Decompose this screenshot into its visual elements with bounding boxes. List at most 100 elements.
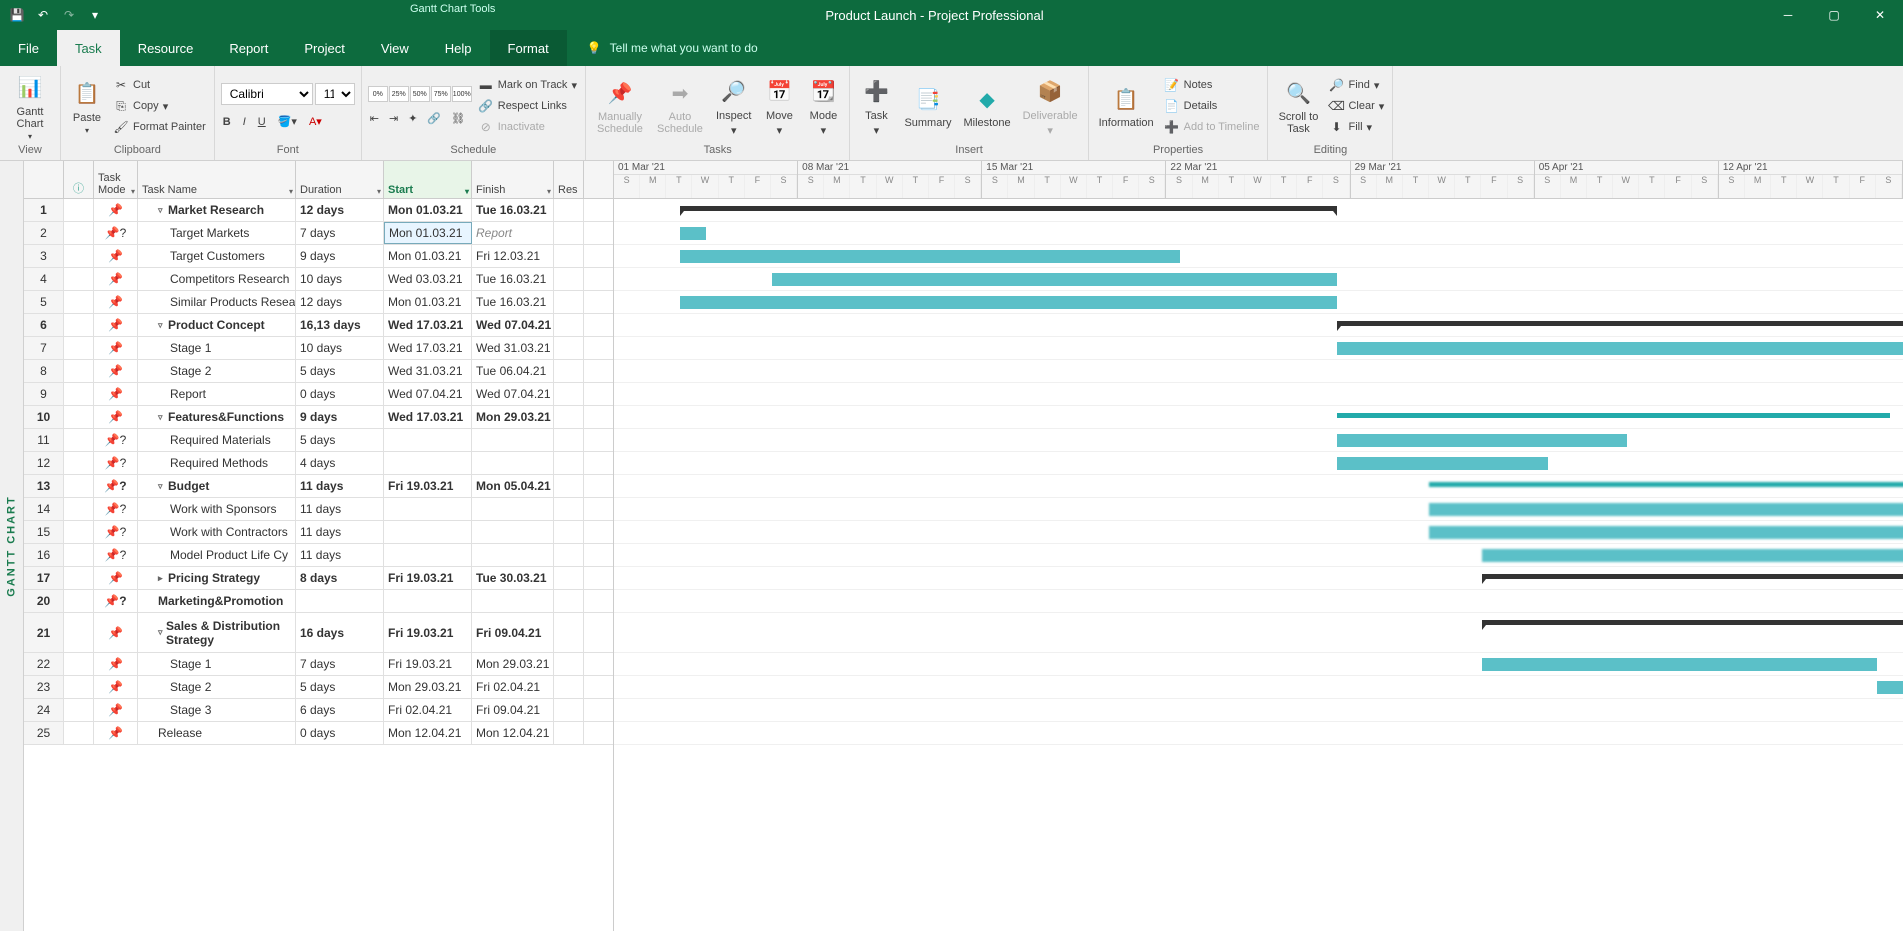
table-row[interactable]: 25📌Release0 daysMon 12.04.21Mon 12.04.21 [24,722,613,745]
chevron-down-icon[interactable]: ▾ [465,187,469,196]
chart-row[interactable] [614,475,1903,498]
gantt-bar[interactable] [1482,620,1903,625]
task-name-cell[interactable]: Release [138,722,296,744]
task-mode-cell[interactable]: 📌? [94,544,138,566]
duration-cell[interactable]: 10 days [296,268,384,290]
auto-schedule-button[interactable]: ➡Auto Schedule [652,75,708,137]
row-number[interactable]: 2 [24,222,64,244]
task-mode-cell[interactable]: 📌? [94,498,138,520]
gantt-bar[interactable] [1429,526,1903,539]
scroll-to-task-button[interactable]: 🔍Scroll to Task [1274,75,1322,137]
task-name-cell[interactable]: Work with Contractors [138,521,296,543]
duration-cell[interactable]: 12 days [296,291,384,313]
chart-row[interactable] [614,613,1903,653]
zoom-100[interactable]: 100% [452,86,472,102]
task-name-cell[interactable]: Stage 1 [138,337,296,359]
gantt-bar[interactable] [1429,482,1903,487]
duration-cell[interactable]: 11 days [296,544,384,566]
duration-cell[interactable]: 16,13 days [296,314,384,336]
maximize-button[interactable]: ▢ [1811,0,1857,30]
undo-icon[interactable]: ↶ [34,6,52,24]
resources-cell[interactable] [554,383,584,405]
link-button[interactable]: 🔗 [425,111,443,126]
col-task-name[interactable]: Task Name▾ [138,161,296,198]
info-cell[interactable] [64,590,94,612]
row-number[interactable]: 10 [24,406,64,428]
menu-view[interactable]: View [363,30,427,66]
outdent-button[interactable]: ⇤ [368,111,381,126]
table-row[interactable]: 22📌Stage 17 daysFri 19.03.21Mon 29.03.21 [24,653,613,676]
insert-task-button[interactable]: ➕Task▾ [856,74,896,139]
finish-cell[interactable]: Wed 07.04.21 [472,314,554,336]
duration-cell[interactable]: 5 days [296,676,384,698]
row-number[interactable]: 12 [24,452,64,474]
resources-cell[interactable] [554,544,584,566]
indent-button[interactable]: ⇥ [387,111,400,126]
save-icon[interactable]: 💾 [8,6,26,24]
row-number[interactable]: 6 [24,314,64,336]
row-number[interactable]: 13 [24,475,64,497]
task-mode-cell[interactable]: 📌? [94,452,138,474]
info-cell[interactable] [64,452,94,474]
fill-color-button[interactable]: 🪣▾ [276,114,299,129]
info-cell[interactable] [64,360,94,382]
menu-help[interactable]: Help [427,30,490,66]
start-cell[interactable]: Fri 19.03.21 [384,653,472,675]
table-row[interactable]: 2📌?Target Markets7 daysMon 01.03.21Repor… [24,222,613,245]
finish-cell[interactable]: Fri 09.04.21 [472,699,554,721]
finish-cell[interactable]: Tue 16.03.21 [472,291,554,313]
duration-cell[interactable]: 9 days [296,406,384,428]
chart-row[interactable] [614,699,1903,722]
table-row[interactable]: 10📌▿Features&Functions9 daysWed 17.03.21… [24,406,613,429]
finish-cell[interactable]: Mon 29.03.21 [472,406,554,428]
table-row[interactable]: 24📌Stage 36 daysFri 02.04.21Fri 09.04.21 [24,699,613,722]
info-cell[interactable] [64,429,94,451]
finish-cell[interactable]: Fri 12.03.21 [472,245,554,267]
gantt-bar[interactable] [772,273,1338,286]
chart-row[interactable] [614,337,1903,360]
table-row[interactable]: 13📌?▿Budget11 daysFri 19.03.21Mon 05.04.… [24,475,613,498]
task-mode-cell[interactable]: 📌? [94,222,138,244]
resources-cell[interactable] [554,199,584,221]
duration-cell[interactable]: 11 days [296,498,384,520]
qat-dropdown-icon[interactable]: ▾ [86,6,104,24]
start-cell[interactable]: Mon 01.03.21 [384,222,472,244]
chevron-down-icon[interactable]: ▾ [131,187,135,196]
info-cell[interactable] [64,383,94,405]
paste-button[interactable]: 📋 Paste ▾ [67,76,107,137]
task-name-cell[interactable]: Target Customers [138,245,296,267]
start-cell[interactable] [384,544,472,566]
task-mode-cell[interactable]: 📌 [94,653,138,675]
finish-cell[interactable]: Mon 05.04.21 [472,475,554,497]
task-name-cell[interactable]: Stage 3 [138,699,296,721]
task-name-cell[interactable]: Competitors Research [138,268,296,290]
close-button[interactable]: ✕ [1857,0,1903,30]
gantt-bar[interactable] [1482,549,1903,562]
insert-milestone-button[interactable]: ◆Milestone [960,81,1015,131]
gantt-bar[interactable] [1877,681,1903,694]
redo-icon[interactable]: ↷ [60,6,78,24]
task-name-cell[interactable]: Marketing&Promotion [138,590,296,612]
info-cell[interactable] [64,291,94,313]
finish-cell[interactable]: Tue 16.03.21 [472,268,554,290]
find-button[interactable]: 🔎Find ▾ [1326,76,1386,94]
task-name-cell[interactable]: Work with Sponsors [138,498,296,520]
task-name-cell[interactable]: Stage 2 [138,360,296,382]
gantt-bar[interactable] [680,206,1338,211]
finish-cell[interactable]: Report [472,222,554,244]
menu-task[interactable]: Task [57,30,120,66]
resources-cell[interactable] [554,337,584,359]
start-cell[interactable]: Wed 17.03.21 [384,337,472,359]
task-mode-cell[interactable]: 📌 [94,337,138,359]
table-row[interactable]: 4📌Competitors Research10 daysWed 03.03.2… [24,268,613,291]
finish-cell[interactable]: Fri 09.04.21 [472,613,554,652]
task-name-cell[interactable]: ▿Sales & Distribution Strategy [138,613,296,652]
start-cell[interactable] [384,498,472,520]
chart-row[interactable] [614,676,1903,699]
gantt-bar[interactable] [1482,574,1903,579]
gantt-bar[interactable] [1429,503,1903,516]
row-number[interactable]: 16 [24,544,64,566]
format-painter-button[interactable]: 🖌Format Painter [111,118,208,136]
task-name-cell[interactable]: ▿Market Research [138,199,296,221]
gantt-bar[interactable] [1337,434,1626,447]
